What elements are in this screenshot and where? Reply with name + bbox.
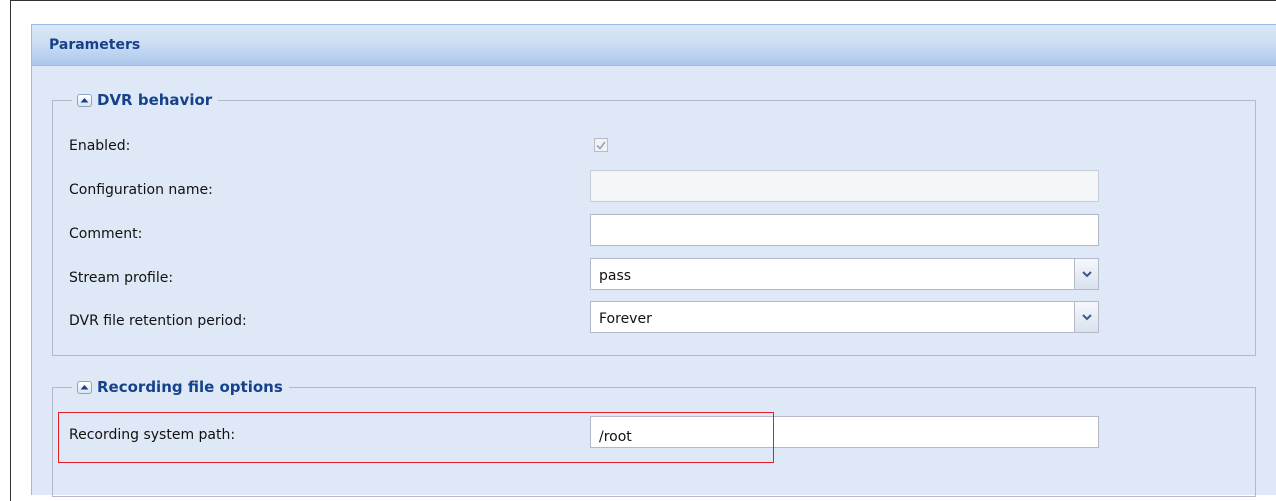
configuration-name-field[interactable] xyxy=(590,170,1099,202)
highlight-box xyxy=(58,412,774,463)
retention-period-dropdown-button[interactable] xyxy=(1074,302,1098,332)
chevron-up-icon xyxy=(80,385,89,390)
stream-profile-dropdown-button[interactable] xyxy=(1074,259,1098,289)
enabled-label: Enabled: xyxy=(69,138,131,154)
chevron-down-icon xyxy=(1081,313,1092,320)
dvr-behavior-legend: DVR behavior xyxy=(72,89,219,111)
chevron-up-icon xyxy=(80,98,89,103)
stream-profile-value: pass xyxy=(599,268,632,284)
dvr-behavior-collapse-button[interactable] xyxy=(77,93,92,107)
dvr-behavior-title: DVR behavior xyxy=(97,91,213,109)
stream-profile-select[interactable]: pass xyxy=(590,258,1099,290)
panel-header: Parameters xyxy=(32,25,1276,66)
stream-profile-label: Stream profile: xyxy=(69,270,174,286)
recording-file-options-title: Recording file options xyxy=(97,378,283,396)
retention-period-label: DVR file retention period: xyxy=(69,313,247,329)
recording-file-options-legend: Recording file options xyxy=(72,376,289,398)
configuration-name-label: Configuration name: xyxy=(69,182,213,198)
recording-file-options-collapse-button[interactable] xyxy=(77,380,92,394)
chevron-down-icon xyxy=(1081,270,1092,277)
comment-label: Comment: xyxy=(69,226,143,242)
retention-period-select[interactable]: Forever xyxy=(590,301,1099,333)
panel-title: Parameters xyxy=(49,37,141,53)
check-icon xyxy=(596,141,606,150)
comment-field[interactable] xyxy=(590,214,1099,246)
enabled-checkbox[interactable] xyxy=(594,138,608,152)
retention-period-value: Forever xyxy=(599,311,652,327)
